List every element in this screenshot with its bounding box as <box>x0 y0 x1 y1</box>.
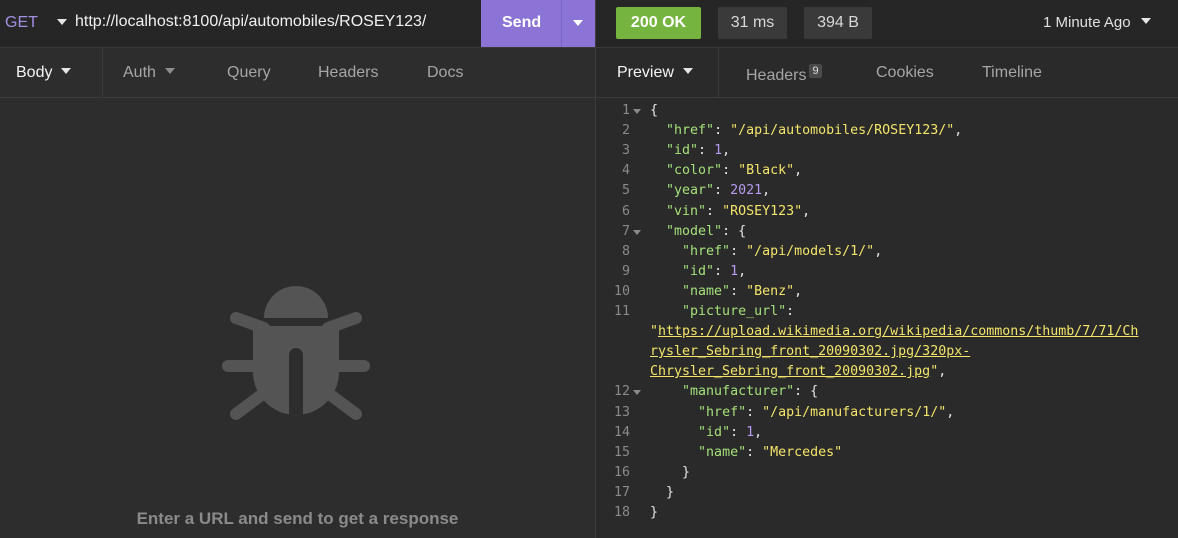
code-line: } <box>650 465 691 480</box>
tab-headers[interactable]: Headers <box>318 64 378 82</box>
time-badge: 31 ms <box>718 7 787 39</box>
line-number: 16 <box>613 465 630 480</box>
code-line: "href": "/api/manufacturers/1/", <box>698 405 955 420</box>
code-line: "name": "Mercedes" <box>698 445 843 460</box>
code-line: "name": "Benz", <box>682 284 803 299</box>
line-number: 9 <box>621 264 630 279</box>
send-label[interactable]: Send <box>502 14 541 32</box>
code-line: Chrysler_Sebring_front_20090302.jpg", <box>650 364 947 379</box>
send-button[interactable]: Send <box>481 0 595 47</box>
tab-docs[interactable]: Docs <box>427 64 463 82</box>
status-badge: 200 OK <box>616 7 701 39</box>
line-number: 2 <box>621 123 630 138</box>
line-number: 3 <box>621 143 630 158</box>
tab-response-headers[interactable]: Headers 9 <box>746 64 822 85</box>
method-select[interactable]: GET <box>5 14 38 32</box>
line-number: 5 <box>621 183 630 198</box>
chevron-down-icon[interactable] <box>57 19 67 25</box>
tab-timeline[interactable]: Timeline <box>982 64 1042 82</box>
url-bar: GET http://localhost:8100/api/automobile… <box>0 0 595 48</box>
code-line: } <box>650 485 675 500</box>
chevron-down-icon <box>682 68 693 74</box>
line-number: 6 <box>621 204 630 219</box>
size-badge: 394 B <box>804 7 872 39</box>
line-number: 12 <box>613 384 630 399</box>
code-line: "manufacturer": { <box>682 384 819 399</box>
tab-label: Headers <box>746 67 807 84</box>
line-number: 17 <box>613 485 630 500</box>
tab-cookies[interactable]: Cookies <box>876 64 934 82</box>
line-number: 4 <box>621 163 630 178</box>
chevron-down-icon <box>61 68 72 74</box>
bug-icon <box>222 286 370 424</box>
empty-state-message: Enter a URL and send to get a response <box>136 509 459 528</box>
url-input[interactable]: http://localhost:8100/api/automobiles/RO… <box>75 13 426 31</box>
tab-label: Preview <box>617 64 674 81</box>
tab-body[interactable]: Body <box>16 64 72 82</box>
code-line: "vin": "ROSEY123", <box>666 204 811 219</box>
chevron-down-icon <box>164 68 175 74</box>
tab-label: Auth <box>123 64 156 81</box>
fold-toggle-icon[interactable] <box>633 390 641 395</box>
tab-preview[interactable]: Preview <box>617 64 693 82</box>
line-number: 1 <box>621 103 630 118</box>
fold-toggle-icon[interactable] <box>633 230 641 235</box>
code-line: { <box>650 103 659 118</box>
line-number: 7 <box>621 224 630 239</box>
line-number: 8 <box>621 244 630 259</box>
code-line: "href": "/api/automobiles/ROSEY123/", <box>666 123 963 138</box>
history-label: 1 Minute Ago <box>1043 14 1131 31</box>
line-number: 13 <box>613 405 630 420</box>
chevron-down-icon[interactable] <box>573 20 583 26</box>
code-line: "color": "Black", <box>666 163 803 178</box>
code-line: "id": 1, <box>666 143 731 158</box>
code-line: "id": 1, <box>682 264 747 279</box>
tab-query[interactable]: Query <box>227 64 271 82</box>
line-number: 15 <box>613 445 630 460</box>
line-number: 11 <box>613 304 630 319</box>
response-tabs: Preview Headers 9 Cookies Timeline <box>596 48 1178 98</box>
headers-count-badge: 9 <box>809 64 822 78</box>
code-line: "https://upload.wikimedia.org/wikipedia/… <box>650 324 1139 339</box>
tab-auth[interactable]: Auth <box>123 64 175 82</box>
code-line: "year": 2021, <box>666 183 771 198</box>
tab-label: Body <box>16 64 53 81</box>
chevron-down-icon <box>1140 18 1151 24</box>
code-line: "id": 1, <box>698 425 763 440</box>
response-panel: 200 OK 31 ms 394 B 1 Minute Ago Preview … <box>596 0 1178 538</box>
line-number: 10 <box>613 284 630 299</box>
line-number: 14 <box>613 425 630 440</box>
code-line: "model": { <box>666 224 747 239</box>
request-panel: GET http://localhost:8100/api/automobile… <box>0 0 595 538</box>
response-header: 200 OK 31 ms 394 B 1 Minute Ago <box>596 0 1178 48</box>
divider <box>561 0 562 47</box>
code-line: "picture_url": <box>682 304 795 319</box>
fold-toggle-icon[interactable] <box>633 109 641 114</box>
history-dropdown[interactable]: 1 Minute Ago <box>1043 14 1151 31</box>
code-line: rysler_Sebring_front_20090302.jpg/320px- <box>650 344 971 359</box>
line-number: 18 <box>613 505 630 520</box>
code-line: "href": "/api/models/1/", <box>682 244 883 259</box>
code-line: } <box>650 505 659 520</box>
request-tabs: Body Auth Query Headers Docs <box>0 48 595 98</box>
